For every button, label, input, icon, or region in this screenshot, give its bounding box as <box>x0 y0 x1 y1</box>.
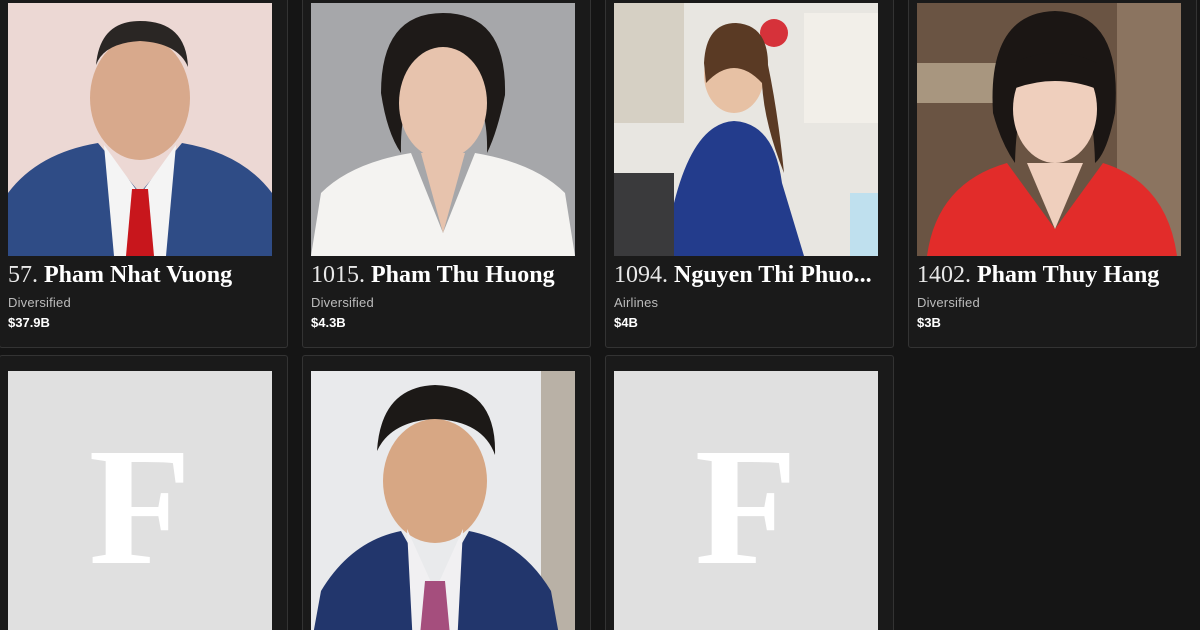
net-worth: $4.3B <box>311 315 346 330</box>
portrait-photo[interactable] <box>614 3 878 256</box>
person-title[interactable]: 57. Pham Nhat Vuong <box>8 260 278 290</box>
net-worth: $37.9B <box>8 315 50 330</box>
placeholder-photo[interactable]: F <box>614 371 878 630</box>
person-name[interactable]: Pham Thu Huong <box>371 262 555 288</box>
rank: 1094. <box>614 262 668 288</box>
person-name[interactable]: Pham Thuy Hang <box>977 262 1159 288</box>
person-name[interactable]: Pham Nhat Vuong <box>44 262 232 288</box>
industry-label: Diversified <box>8 295 71 310</box>
portrait-man-red-tie-image <box>8 3 272 256</box>
person-title[interactable]: 1015. Pham Thu Huong <box>311 260 581 290</box>
portrait-woman-blue-dress-image <box>614 3 878 256</box>
billionaire-card[interactable]: F <box>0 355 288 630</box>
portrait-man-pink-tie-image <box>311 371 575 630</box>
portrait-woman-red-jacket-image <box>917 3 1181 256</box>
portrait-photo[interactable] <box>311 371 575 630</box>
portrait-photo[interactable] <box>917 3 1181 256</box>
person-title[interactable]: 1094. Nguyen Thi Phuo... <box>614 260 884 290</box>
portrait-photo[interactable] <box>311 3 575 256</box>
rank: 1015. <box>311 262 365 288</box>
billionaire-card[interactable]: F <box>605 355 894 630</box>
person-title[interactable]: 1402. Pham Thuy Hang <box>917 260 1187 290</box>
person-name[interactable]: Nguyen Thi Phuo... <box>674 262 872 288</box>
billionaire-card[interactable]: 1015. Pham Thu Huong Diversified $4.3B <box>302 0 591 348</box>
industry-label: Diversified <box>917 295 980 310</box>
rank: 57. <box>8 262 38 288</box>
forbes-f-logo-icon: F <box>694 414 798 600</box>
billionaire-card[interactable]: 1402. Pham Thuy Hang Diversified $3B <box>908 0 1197 348</box>
net-worth: $3B <box>917 315 941 330</box>
billionaire-card[interactable]: 1094. Nguyen Thi Phuo... Airlines $4B <box>605 0 894 348</box>
industry-label: Airlines <box>614 295 659 310</box>
portrait-woman-white-blazer-image <box>311 3 575 256</box>
portrait-photo[interactable] <box>8 3 272 256</box>
billionaire-card[interactable] <box>302 355 591 630</box>
net-worth: $4B <box>614 315 638 330</box>
rank: 1402. <box>917 262 971 288</box>
placeholder-photo[interactable]: F <box>8 371 272 630</box>
billionaire-card[interactable]: 57. Pham Nhat Vuong Diversified $37.9B <box>0 0 288 348</box>
industry-label: Diversified <box>311 295 374 310</box>
forbes-f-logo-icon: F <box>88 414 192 600</box>
